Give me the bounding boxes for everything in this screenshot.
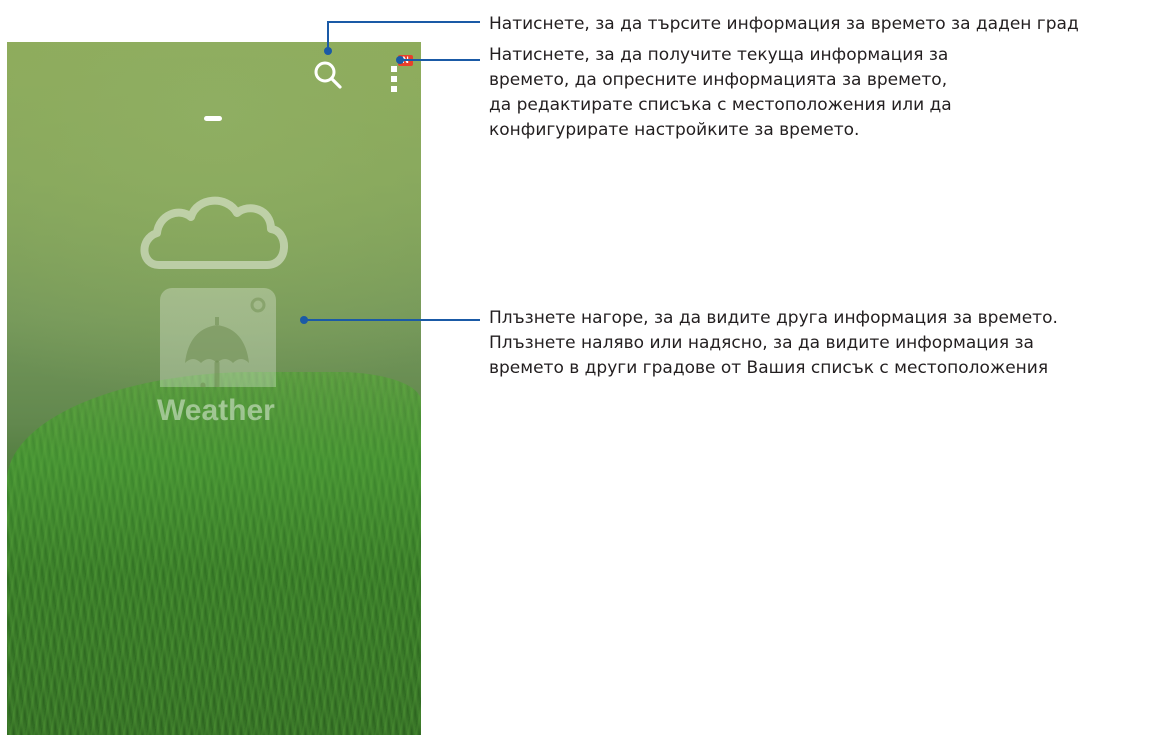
annotation-menu: Натиснете, за да получите текуща информа…	[489, 43, 952, 143]
annotation-line: времето, да опресните информацията за вр…	[489, 70, 948, 90]
annotation-search: Натиснете, за да търсите информация за в…	[489, 12, 1079, 37]
annotation-line: времето в други градове от Вашия списък …	[489, 358, 1049, 378]
annotation-line: Плъзнете нагоре, за да видите друга инфо…	[489, 308, 1058, 328]
annotation-line: Натиснете, за да търсите информация за в…	[489, 14, 1079, 34]
annotation-swipe: Плъзнете нагоре, за да видите друга инфо…	[489, 306, 1058, 381]
annotation-line: Плъзнете наляво или надясно, за да видит…	[489, 333, 1034, 353]
search-button[interactable]	[310, 57, 346, 93]
annotation-line: да редактирате списъка с местоположения …	[489, 95, 952, 115]
page-indicator	[204, 116, 222, 121]
app-toolbar: N	[7, 42, 421, 112]
notification-badge: N	[398, 55, 413, 66]
weather-umbrella-cloud-icon	[140, 196, 288, 387]
annotation-line: Натиснете, за да получите текуща информа…	[489, 45, 949, 65]
app-logo-text: Weather	[157, 394, 275, 427]
search-icon	[314, 61, 342, 89]
annotation-line: конфигурирате настройките за времето.	[489, 120, 860, 140]
weather-app-screen[interactable]: N Weather	[7, 42, 421, 735]
